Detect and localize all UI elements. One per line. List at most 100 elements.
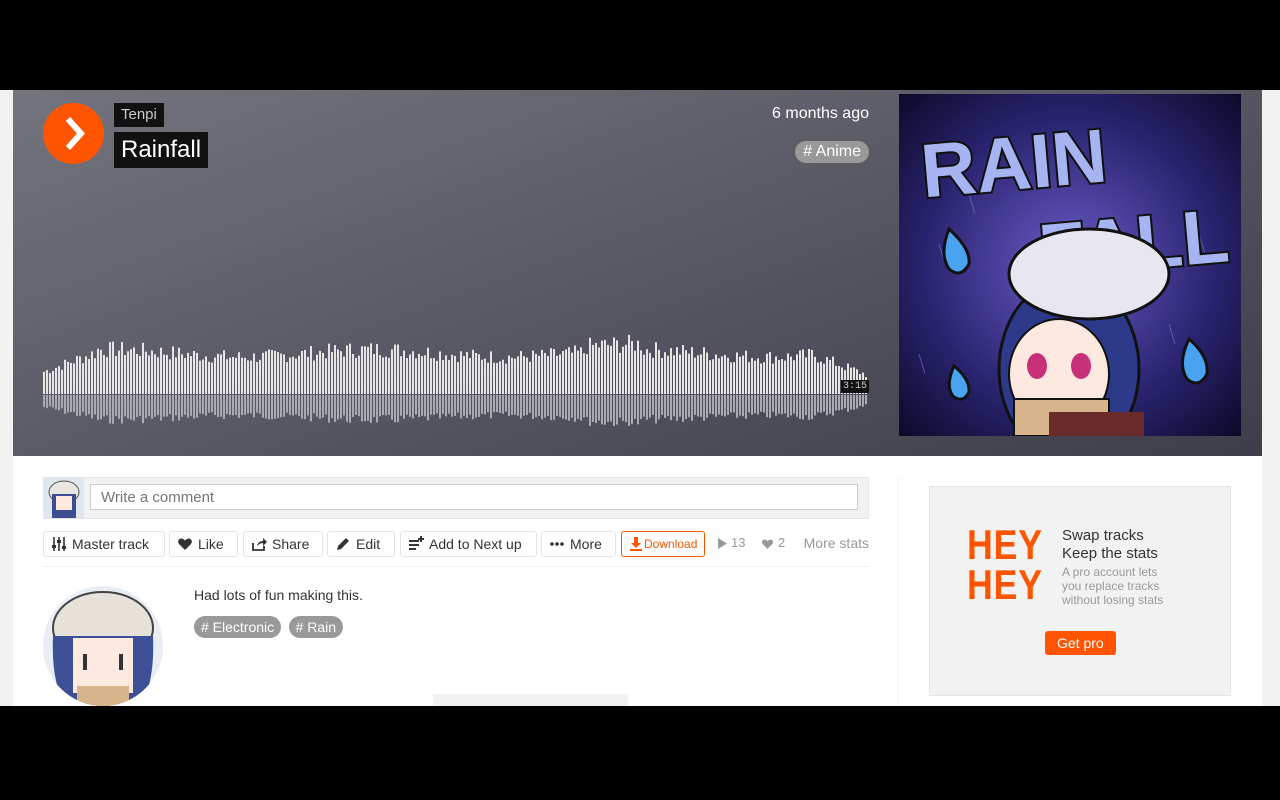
waveform-bar (595, 342, 597, 394)
heart-icon (178, 538, 192, 550)
more-stats-link[interactable]: More stats (804, 535, 869, 551)
waveform-bar (553, 349, 555, 394)
waveform-bar-reflection (829, 395, 831, 414)
waveform-bar-reflection (418, 395, 420, 418)
waveform-bar (625, 344, 627, 394)
waveform-bar-reflection (448, 395, 450, 414)
waveform-bar (133, 347, 135, 394)
waveform-bar (742, 355, 744, 394)
waveform-bar-reflection (46, 395, 48, 409)
waveform-bar (295, 358, 297, 394)
waveform-bar (127, 351, 129, 394)
master-track-button[interactable]: Master track (43, 531, 165, 557)
waveform-bar (583, 353, 585, 394)
waveform-bar (697, 355, 699, 394)
waveform-bar (100, 349, 102, 394)
waveform-bar (607, 344, 609, 394)
play-count-icon (718, 538, 727, 550)
load-more-strip (433, 694, 628, 706)
waveform-bar-reflection (667, 395, 669, 417)
waveform-bar (247, 360, 249, 394)
waveform-bar-reflection (559, 395, 561, 417)
waveform-bar-reflection (82, 395, 84, 412)
waveform-bar (235, 357, 237, 394)
waveform-bar (712, 359, 714, 394)
waveform-bar (445, 355, 447, 394)
waveform-bar (766, 353, 768, 394)
waveform-bar-reflection (151, 395, 153, 419)
waveform-bar-reflection (616, 395, 618, 425)
track-page: Tenpi Rainfall 6 months ago # Anime 3:15 (13, 90, 1262, 706)
share-button[interactable]: Share (243, 531, 323, 557)
waveform-bar-reflection (541, 395, 543, 420)
edit-button[interactable]: Edit (327, 531, 395, 557)
waveform-bar (157, 357, 159, 394)
waveform-bar-reflection (514, 395, 516, 415)
waveform-bar-reflection (301, 395, 303, 419)
track-artwork: RAIN FALL (899, 94, 1241, 436)
waveform-bar-reflection (220, 395, 222, 417)
waveform-bar (523, 356, 525, 394)
waveform-bar (718, 358, 720, 394)
tag-electronic[interactable]: # Electronic (194, 616, 282, 638)
waveform[interactable] (43, 322, 869, 426)
artist-name[interactable]: Tenpi (114, 103, 164, 127)
waveform-bar (61, 369, 63, 394)
waveform-bar-reflection (106, 395, 108, 416)
like-button[interactable]: Like (169, 531, 238, 557)
waveform-bar (85, 356, 87, 394)
waveform-bar (775, 356, 777, 394)
waveform-bar-reflection (763, 395, 765, 413)
waveform-bar-reflection (205, 395, 207, 416)
more-button[interactable]: More (541, 531, 616, 557)
waveform-bar-reflection (409, 395, 411, 417)
waveform-bar (754, 360, 756, 394)
tag-rain[interactable]: # Rain (288, 616, 344, 638)
waveform-bar (634, 350, 636, 394)
waveform-bar (415, 358, 417, 394)
waveform-bar (82, 363, 84, 394)
waveform-bar (70, 362, 72, 394)
waveform-bar (475, 352, 477, 394)
waveform-bar-reflection (229, 395, 231, 415)
waveform-bar-reflection (511, 395, 513, 415)
waveform-bar-reflection (814, 395, 816, 416)
download-button[interactable]: Download (621, 531, 705, 557)
waveform-bar-reflection (259, 395, 261, 414)
waveform-bar (253, 353, 255, 394)
waveform-bar-reflection (475, 395, 477, 418)
waveform-bar (112, 341, 114, 394)
add-to-next-up-button[interactable]: Add to Next up (400, 531, 537, 557)
waveform-bar-reflection (385, 395, 387, 416)
waveform-bar-reflection (304, 395, 306, 420)
play-button[interactable] (43, 103, 104, 164)
waveform-bar (586, 354, 588, 394)
comment-input[interactable] (90, 484, 858, 510)
waveform-bar-reflection (265, 395, 267, 419)
waveform-bar (538, 355, 540, 394)
waveform-bar (652, 357, 654, 394)
comment-box (43, 477, 869, 519)
waveform-bar-reflection (316, 395, 318, 417)
waveform-bar-reflection (100, 395, 102, 420)
waveform-bar-reflection (862, 395, 864, 407)
waveform-bar (229, 357, 231, 394)
get-pro-button[interactable]: Get pro (1045, 631, 1116, 655)
download-label: Download (644, 537, 698, 551)
waveform-bar-reflection (427, 395, 429, 421)
waveform-bar-reflection (670, 395, 672, 421)
waveform-bar (394, 344, 396, 394)
waveform-bar (709, 360, 711, 394)
waveform-bar (349, 343, 351, 394)
uploader-avatar[interactable] (43, 586, 163, 706)
genre-tag[interactable]: # Anime (795, 141, 869, 163)
waveform-bar-reflection (538, 395, 540, 416)
waveform-bar-reflection (757, 395, 759, 415)
waveform-bar (202, 359, 204, 394)
waveform-bar (472, 349, 474, 394)
waveform-bar (307, 356, 309, 394)
waveform-bar-reflection (115, 395, 117, 416)
waveform-bar (184, 358, 186, 394)
waveform-bar (199, 360, 201, 394)
waveform-bar-reflection (460, 395, 462, 419)
